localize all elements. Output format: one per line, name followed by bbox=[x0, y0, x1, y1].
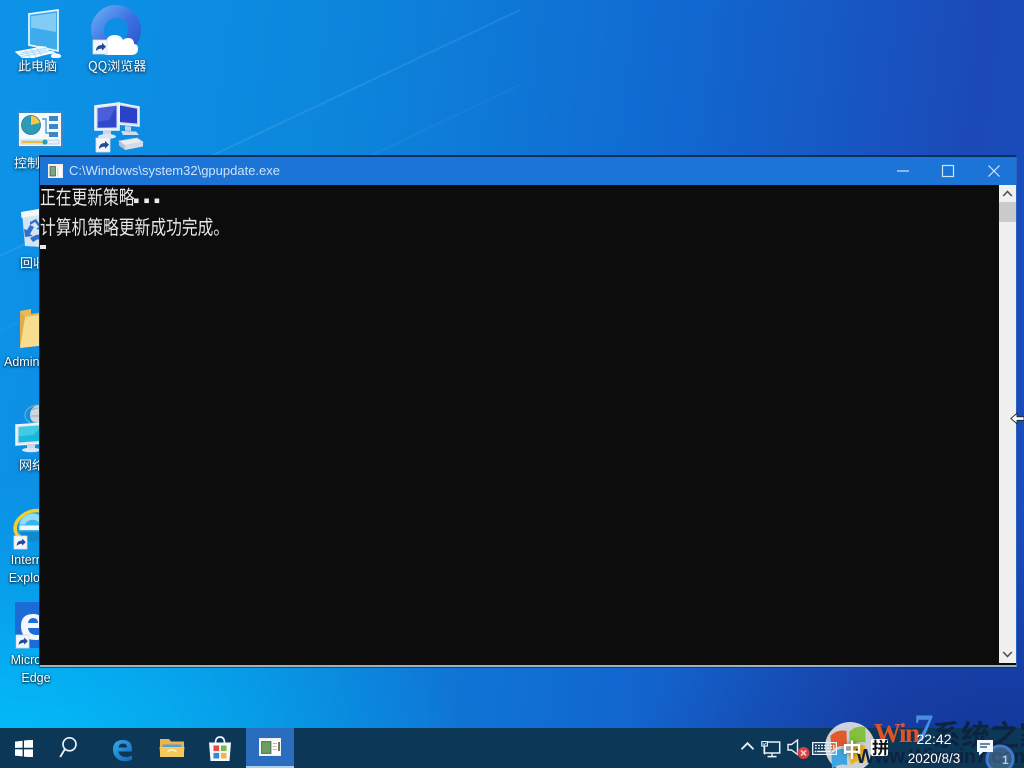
svg-text:1: 1 bbox=[1002, 753, 1009, 767]
